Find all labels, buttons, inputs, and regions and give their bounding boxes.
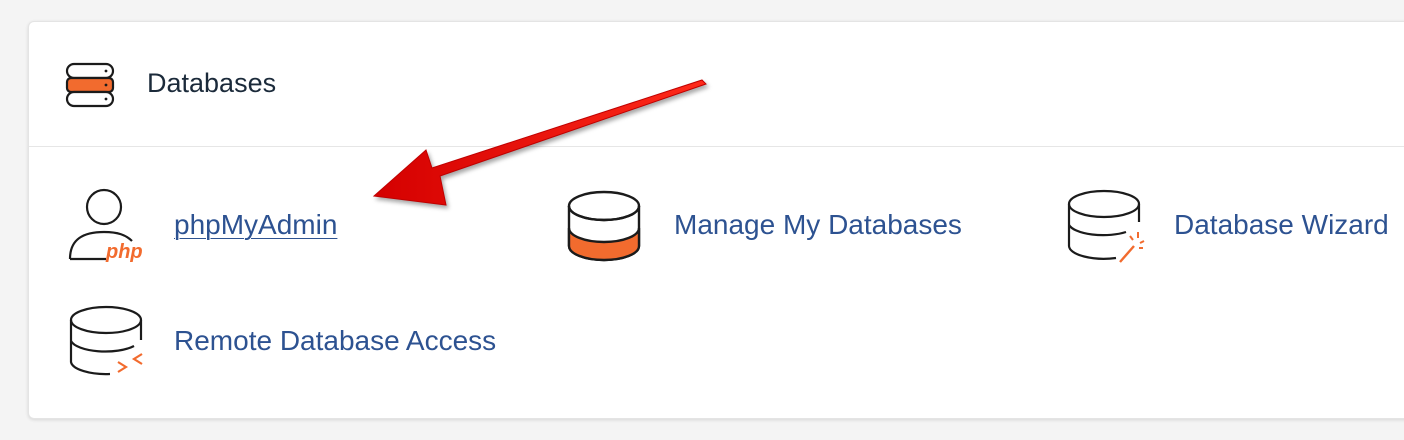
database-stack-icon: [65, 62, 115, 108]
database-wizard-link[interactable]: Database Wizard: [1066, 188, 1404, 266]
remote-database-access-label: Remote Database Access: [174, 325, 497, 356]
user-php-icon: php: [68, 188, 143, 263]
manage-my-databases-label: Manage My Databases: [674, 209, 962, 240]
panel-header: Databases: [29, 22, 1404, 147]
php-badge-text: php: [105, 241, 143, 263]
phpmyadmin-label: phpMyAdmin: [174, 209, 338, 240]
manage-my-databases-link[interactable]: Manage My Databases: [566, 188, 986, 264]
database-remote-icon: [69, 305, 143, 376]
phpmyadmin-link[interactable]: php phpMyAdmin: [66, 186, 366, 266]
database-orange-icon: [567, 190, 641, 262]
database-wand-icon: [1067, 189, 1145, 263]
remote-database-access-link[interactable]: Remote Database Access: [66, 304, 506, 380]
database-wizard-label: Database Wizard: [1174, 209, 1389, 240]
section-title: Databases: [147, 68, 277, 98]
